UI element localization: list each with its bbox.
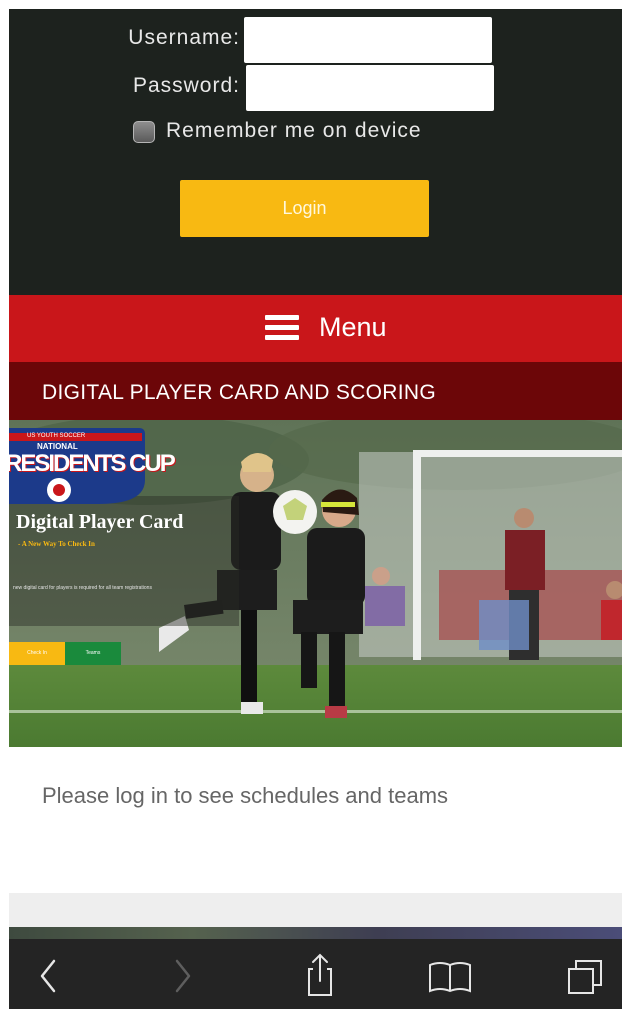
forward-icon (175, 959, 191, 993)
bookmarks-icon (429, 962, 471, 993)
menu-label: Menu (319, 312, 387, 342)
top-strip (0, 0, 622, 9)
remember-me-label: Remember me on device (166, 119, 422, 142)
login-required-message: Please log in to see schedules and teams (42, 783, 449, 808)
logo-main-text: RESIDENTS CUP (9, 450, 176, 477)
banner-tagline: - A New Way To Check In (18, 540, 95, 548)
login-button[interactable]: Login (180, 180, 429, 237)
password-field[interactable] (246, 65, 494, 111)
banner-caption: new digital card for players is required… (13, 585, 152, 591)
back-button[interactable] (14, 939, 84, 1009)
back-icon (40, 959, 56, 993)
tabs-icon (568, 960, 602, 994)
bookmarks-button[interactable] (415, 939, 485, 1009)
hero-banner[interactable]: US YOUTH SOCCER NATIONAL RESIDENTS CUP D… (9, 420, 622, 747)
content-divider (9, 893, 622, 927)
remember-me-checkbox[interactable] (133, 121, 155, 143)
forward-button[interactable] (147, 939, 217, 1009)
section-title: DIGITAL PLAYER CARD AND SCORING (42, 381, 436, 404)
share-icon (308, 953, 332, 996)
password-label: Password: (132, 74, 240, 97)
menu-bar[interactable]: Menu (9, 295, 622, 362)
logo-top-text: US YOUTH SOCCER (27, 433, 86, 439)
page-peek (9, 927, 622, 939)
password-row: Password: (9, 65, 622, 111)
username-row: Username: (9, 17, 622, 63)
login-panel: Username: Password: Remember me on devic… (9, 9, 622, 295)
browser-toolbar (9, 927, 622, 1009)
banner-headline: Digital Player Card (16, 511, 184, 533)
hamburger-icon (265, 315, 299, 341)
username-label: Username: (128, 26, 240, 49)
share-button[interactable] (285, 939, 355, 1009)
banner-check-in-button[interactable]: Check In (9, 642, 65, 665)
username-field[interactable] (244, 17, 492, 63)
banner-teams-button[interactable]: Teams (65, 642, 121, 665)
section-header: DIGITAL PLAYER CARD AND SCORING (9, 362, 622, 420)
tabs-button[interactable] (549, 939, 619, 1009)
